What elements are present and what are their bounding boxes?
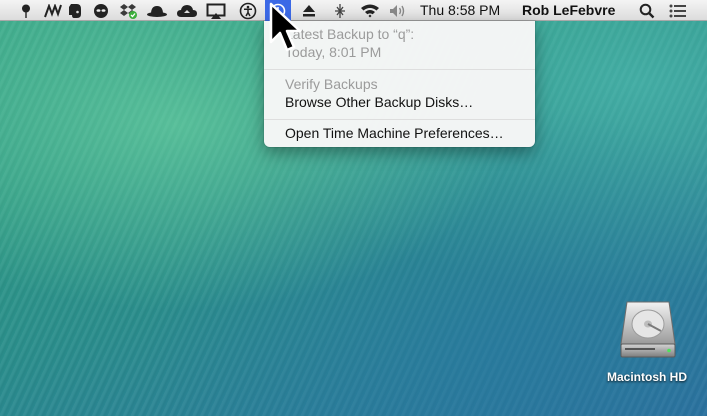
teamviewer-icon[interactable] bbox=[44, 0, 62, 21]
spotlight-icon[interactable] bbox=[637, 0, 657, 21]
time-machine-menu: Latest Backup to “q”: Today, 8:01 PM Ver… bbox=[264, 21, 535, 147]
evernote-icon[interactable] bbox=[67, 0, 83, 21]
menubar-clock[interactable]: Thu 8:58 PM bbox=[420, 2, 500, 19]
hard-disk-icon[interactable] bbox=[619, 300, 677, 360]
airplay-icon[interactable] bbox=[206, 0, 226, 21]
macintosh-hd-label[interactable]: Macintosh HD bbox=[590, 370, 704, 384]
dropbox-icon[interactable] bbox=[118, 0, 138, 21]
notification-center-icon[interactable] bbox=[667, 0, 689, 21]
volume-icon[interactable] bbox=[388, 0, 408, 21]
alien-icon[interactable] bbox=[93, 0, 109, 21]
accessibility-icon[interactable] bbox=[238, 0, 258, 21]
menu-separator bbox=[264, 119, 535, 120]
pin-icon[interactable] bbox=[19, 0, 33, 21]
menubar-user[interactable]: Rob LeFebvre bbox=[522, 2, 615, 19]
cloud-icon[interactable] bbox=[176, 0, 198, 21]
verify-backups-item: Verify Backups bbox=[285, 76, 378, 92]
menu-separator bbox=[264, 69, 535, 70]
bluetooth-icon[interactable] bbox=[330, 0, 350, 21]
bowler-hat-icon[interactable] bbox=[146, 0, 168, 21]
latest-backup-label: Latest Backup to “q”: bbox=[285, 26, 415, 42]
browse-other-backup-disks-item[interactable]: Browse Other Backup Disks… bbox=[285, 94, 473, 111]
mouse-pointer-icon bbox=[268, 2, 304, 59]
open-time-machine-preferences-item[interactable]: Open Time Machine Preferences… bbox=[285, 125, 504, 142]
menu-bar: Thu 8:58 PM Rob LeFebvre bbox=[0, 0, 707, 21]
wifi-icon[interactable] bbox=[359, 0, 381, 21]
